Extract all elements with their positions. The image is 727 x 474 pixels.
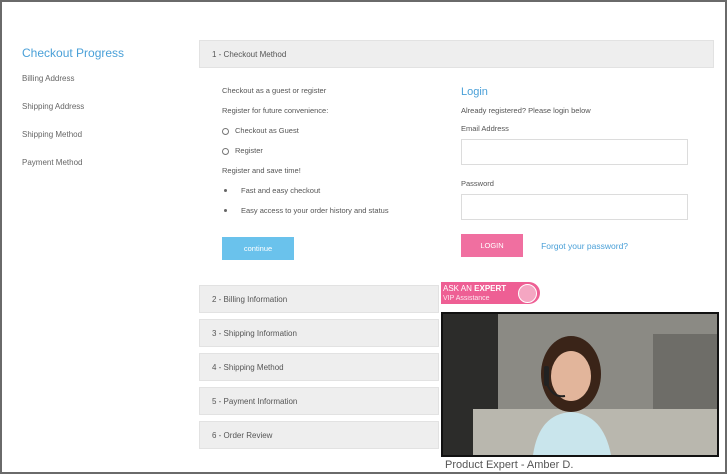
checkout-progress-sidebar: Checkout Progress Billing Address Shippi… <box>22 46 182 186</box>
already-registered-text: Already registered? Please login below <box>461 106 591 115</box>
step-header-checkout-method[interactable]: 1 - Checkout Method <box>199 40 714 68</box>
expert-video-frame <box>443 314 717 455</box>
badge-prefix: ASK AN <box>443 284 472 293</box>
checkout-method-step[interactable]: 1 - Checkout Method <box>199 40 714 68</box>
expert-avatar-icon <box>518 284 537 303</box>
expert-caption: Product Expert - Amber D. <box>445 459 574 471</box>
register-convenience-text: Register for future convenience: <box>222 106 329 115</box>
benefit-text: Easy access to your order history and st… <box>241 206 389 215</box>
benefit-text: Fast and easy checkout <box>241 186 321 195</box>
radio-icon[interactable] <box>222 147 229 155</box>
step-header-payment-information[interactable]: 5 - Payment Information <box>199 387 439 415</box>
sidebar-item-billing-address[interactable]: Billing Address <box>22 74 182 83</box>
sidebar-item-payment-method[interactable]: Payment Method <box>22 158 182 167</box>
remaining-steps: 2 - Billing Information 3 - Shipping Inf… <box>199 285 439 455</box>
login-title: Login <box>461 86 488 98</box>
password-field[interactable] <box>461 194 688 220</box>
login-actions: LOGIN Forgot your password? <box>461 234 701 257</box>
login-button[interactable]: LOGIN <box>461 234 523 257</box>
radio-icon[interactable] <box>222 127 229 135</box>
radio-register[interactable]: Register <box>222 146 442 155</box>
sidebar-title: Checkout Progress <box>22 46 125 60</box>
step-header-shipping-method[interactable]: 4 - Shipping Method <box>199 353 439 381</box>
bullet-icon <box>224 189 227 193</box>
bullet-icon <box>224 209 227 213</box>
login-column: Login Already registered? Please login b… <box>461 86 701 257</box>
badge-strong: EXPERT <box>474 284 507 293</box>
continue-button[interactable]: continue <box>222 237 294 260</box>
benefit-item: Easy access to your order history and st… <box>222 206 442 215</box>
email-label: Email Address <box>461 124 509 133</box>
guest-register-text: Checkout as a guest or register <box>222 86 327 95</box>
benefit-item: Fast and easy checkout <box>222 186 442 195</box>
guest-register-column: Checkout as a guest or register Register… <box>222 86 442 226</box>
checkout-method-panel: Checkout as a guest or register Register… <box>199 68 714 274</box>
password-label: Password <box>461 179 494 188</box>
forgot-password-link[interactable]: Forgot your password? <box>541 241 628 251</box>
badge-sub: VIP Assistance <box>443 295 490 302</box>
radio-label-guest: Checkout as Guest <box>235 126 299 135</box>
radio-label-register: Register <box>235 146 263 155</box>
ask-an-expert-badge[interactable]: ASK AN EXPERT VIP Assistance <box>441 282 540 304</box>
step-header-order-review[interactable]: 6 - Order Review <box>199 421 439 449</box>
radio-checkout-as-guest[interactable]: Checkout as Guest <box>222 126 442 135</box>
email-field[interactable] <box>461 139 688 165</box>
sidebar-item-shipping-method[interactable]: Shipping Method <box>22 130 182 139</box>
expert-video[interactable] <box>441 312 719 457</box>
step-header-billing-information[interactable]: 2 - Billing Information <box>199 285 439 313</box>
step-header-shipping-information[interactable]: 3 - Shipping Information <box>199 319 439 347</box>
save-time-text: Register and save time! <box>222 166 301 175</box>
sidebar-item-shipping-address[interactable]: Shipping Address <box>22 102 182 111</box>
